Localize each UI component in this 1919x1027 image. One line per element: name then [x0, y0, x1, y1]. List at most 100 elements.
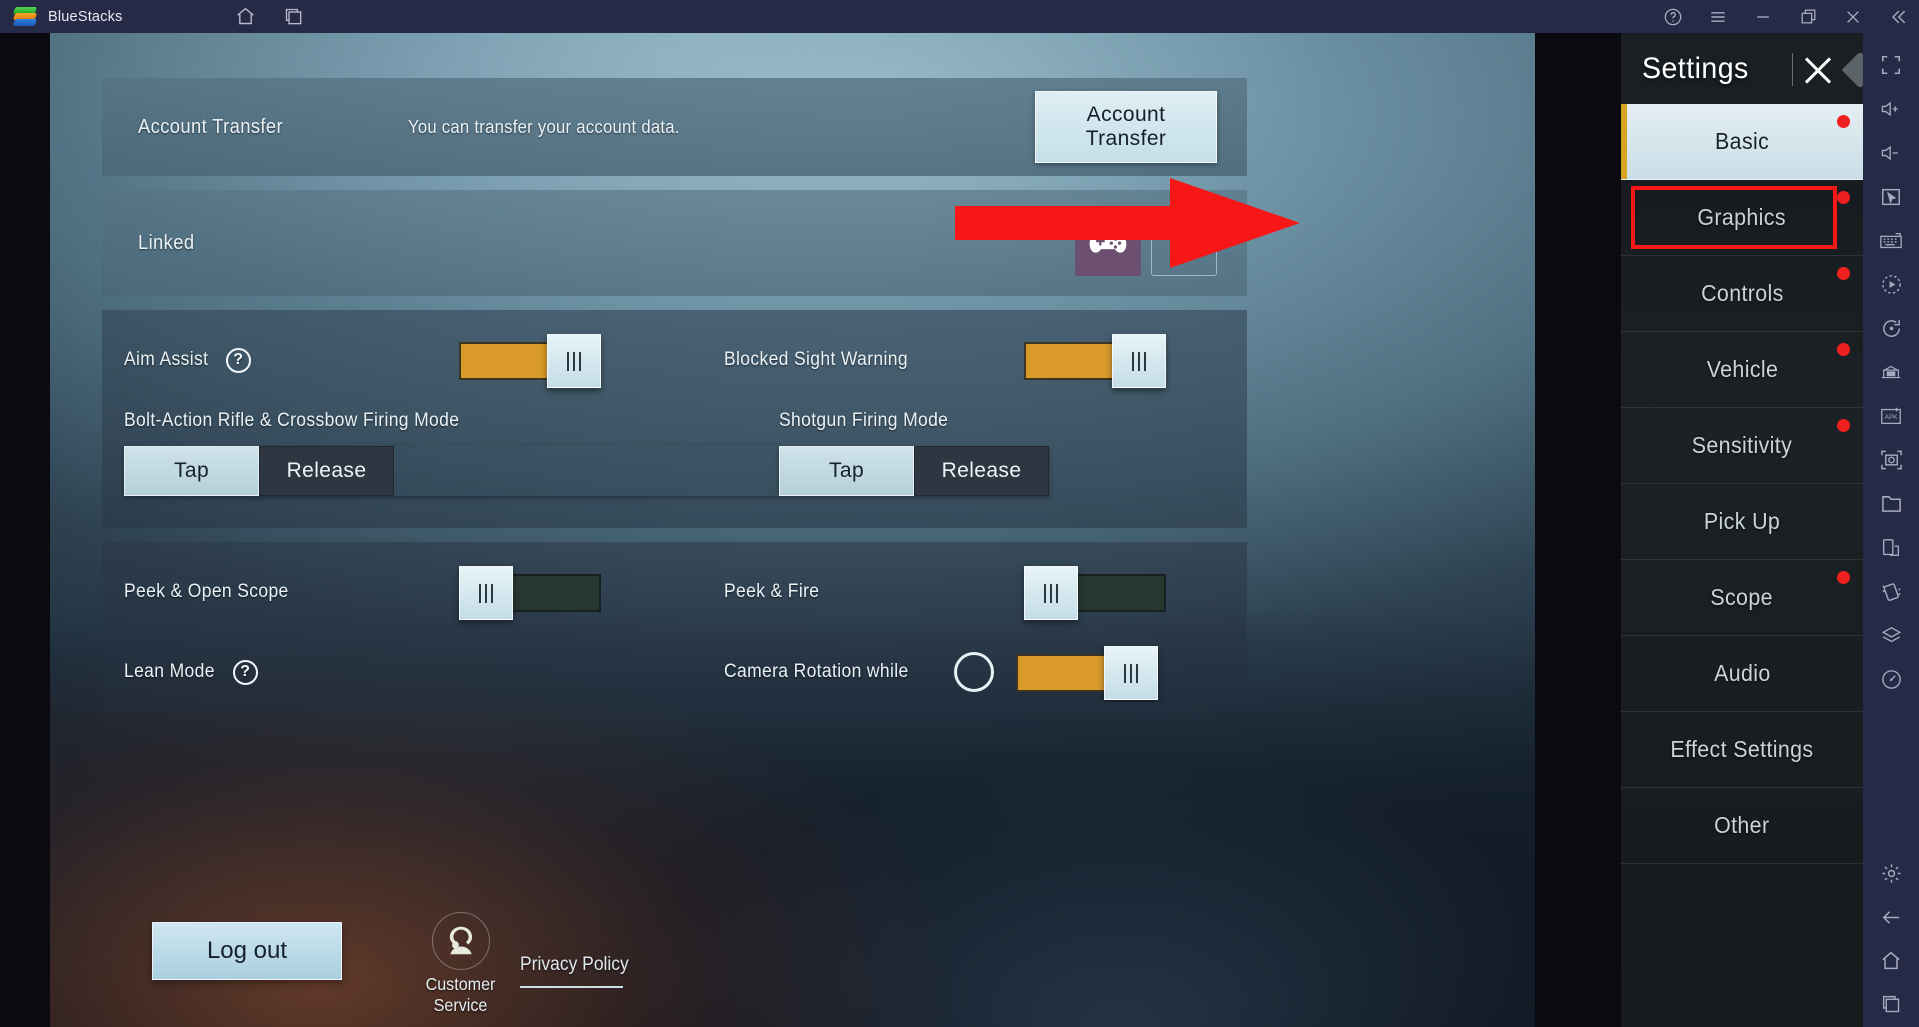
logout-button[interactable]: Log out	[152, 922, 342, 980]
home-icon[interactable]	[1863, 939, 1919, 983]
gps-icon[interactable]	[1863, 657, 1919, 701]
settings-menu-item-effect-settings[interactable]: Effect Settings	[1621, 712, 1863, 788]
menu-icon[interactable]	[1707, 6, 1729, 28]
layers-icon[interactable]	[1863, 614, 1919, 658]
window-controls	[1662, 0, 1909, 33]
multi-instance-icon[interactable]	[283, 6, 305, 28]
camera-rotation-label: Camera Rotation while	[724, 661, 909, 682]
lean-mode-label: Lean Mode	[124, 661, 215, 682]
row-group-peek: Peek & Open Scope Peek & Fire Lean Mode …	[102, 542, 1247, 712]
shotgun-tap-option[interactable]: Tap	[779, 446, 914, 496]
rotate-icon[interactable]	[1863, 306, 1919, 350]
settings-menu-item-controls[interactable]: Controls	[1621, 256, 1863, 332]
add-linked-account-icon[interactable]	[1151, 210, 1217, 276]
cursor-icon[interactable]	[1863, 175, 1919, 219]
settings-menu-item-sensitivity[interactable]: Sensitivity	[1621, 408, 1863, 484]
footer-bar: Log out Customer Service Privacy Policy	[102, 912, 1247, 1015]
minimize-icon[interactable]	[1752, 6, 1774, 28]
settings-menu-item-label: Vehicle	[1706, 356, 1778, 382]
volume-up-icon[interactable]	[1863, 87, 1919, 131]
lean-mode-question-mark-icon[interactable]: ?	[232, 659, 258, 685]
aim-assist-label: Aim Assist	[124, 349, 209, 370]
gamepad-icon[interactable]	[1075, 210, 1141, 276]
linked-label: Linked	[138, 231, 195, 254]
help-icon[interactable]	[1662, 6, 1684, 28]
privacy-policy-underline	[520, 986, 623, 988]
settings-menu-item-label: Basic	[1714, 128, 1770, 154]
settings-menu-item-basic[interactable]: Basic	[1621, 104, 1863, 180]
bolt-action-tap-option[interactable]: Tap	[124, 446, 259, 496]
account-transfer-button[interactable]: Account Transfer	[1035, 91, 1217, 163]
bolt-action-firing-mode-segmented: Tap Release	[124, 446, 779, 496]
home-icon[interactable]	[235, 6, 257, 28]
notification-dot-icon	[1837, 419, 1850, 432]
keyboard-icon[interactable]	[1863, 219, 1919, 263]
privacy-policy-label: Privacy Policy	[520, 954, 629, 975]
header-divider	[1792, 53, 1793, 86]
close-x-icon[interactable]	[1801, 53, 1835, 87]
account-transfer-label: Account Transfer	[138, 115, 283, 138]
svg-text:APK: APK	[1885, 414, 1899, 421]
peek-open-scope-toggle[interactable]	[459, 566, 601, 620]
row-group-aim: Aim Assist ? Blocked Sight Warning Bolt-…	[102, 310, 1247, 528]
privacy-policy-link[interactable]: Privacy Policy	[520, 954, 638, 988]
blocked-sight-warning-toggle[interactable]	[1024, 334, 1166, 388]
settings-menu-item-label: Controls	[1700, 280, 1784, 306]
camera-rotation-toggle[interactable]	[1016, 646, 1158, 700]
settings-menu-item-label: Pick Up	[1703, 508, 1781, 534]
peek-fire-label: Peek & Fire	[724, 581, 820, 602]
settings-menu-item-pick-up[interactable]: Pick Up	[1621, 484, 1863, 560]
blocked-sight-warning-label: Blocked Sight Warning	[724, 349, 908, 370]
settings-menu-item-scope[interactable]: Scope	[1621, 560, 1863, 636]
settings-menu-item-audio[interactable]: Audio	[1621, 636, 1863, 712]
screenshot-icon[interactable]	[1863, 438, 1919, 482]
question-mark-icon[interactable]: ?	[225, 347, 251, 373]
pubg-settings-panel: Settings Basic Graphics Controls Vehicle Sen…	[1621, 33, 1863, 1027]
settings-menu-item-graphics[interactable]: Graphics	[1621, 180, 1863, 256]
volume-down-icon[interactable]	[1863, 131, 1919, 175]
notification-dot-icon	[1837, 267, 1850, 280]
settings-content-area: Account Transfer You can transfer your a…	[102, 78, 1247, 724]
notification-dot-icon	[1837, 191, 1850, 204]
settings-menu-item-label: Other	[1714, 812, 1770, 838]
media-folder-icon[interactable]	[1863, 482, 1919, 526]
maximize-icon[interactable]	[1797, 6, 1819, 28]
bluestacks-window: BlueStacks Account Transfer You can tran…	[0, 0, 1919, 1027]
fullscreen-icon[interactable]	[1863, 43, 1919, 87]
settings-menu-item-vehicle[interactable]: Vehicle	[1621, 332, 1863, 408]
install-apk-icon[interactable]: APK	[1863, 394, 1919, 438]
settings-gear-icon[interactable]	[1863, 851, 1919, 895]
shotgun-firing-mode-label: Shotgun Firing Mode	[779, 410, 949, 431]
settings-header: Settings	[1621, 33, 1863, 104]
shotgun-firing-mode-segmented: Tap Release	[779, 446, 1049, 496]
bluestacks-sidebar: APK	[1863, 33, 1919, 1027]
collapse-sidebar-icon[interactable]	[1887, 6, 1909, 28]
camera-rotation-help-icon[interactable]	[954, 652, 994, 692]
aim-assist-toggle[interactable]	[459, 334, 601, 388]
settings-menu-item-label: Effect Settings	[1670, 736, 1814, 762]
app-title: BlueStacks	[48, 8, 123, 25]
notification-dot-icon	[1837, 571, 1850, 584]
macro-play-icon[interactable]	[1863, 262, 1919, 306]
close-icon[interactable]	[1842, 6, 1864, 28]
settings-menu-item-label: Scope	[1710, 584, 1774, 610]
peek-fire-toggle[interactable]	[1024, 566, 1166, 620]
shake-icon[interactable]	[1863, 570, 1919, 614]
bolt-action-release-option[interactable]: Release	[259, 446, 394, 496]
account-transfer-description: You can transfer your account data.	[408, 116, 680, 137]
recents-icon[interactable]	[1863, 983, 1919, 1027]
panel-collapse-icon[interactable]	[1841, 53, 1863, 87]
settings-menu-item-other[interactable]: Other	[1621, 788, 1863, 864]
eco-mode-icon[interactable]	[1863, 350, 1919, 394]
notification-dot-icon	[1837, 115, 1850, 128]
headset-support-icon	[431, 912, 490, 970]
multi-instance-manager-icon[interactable]	[1863, 526, 1919, 570]
settings-menu-item-label: Audio	[1713, 660, 1771, 686]
notification-dot-icon	[1837, 343, 1850, 356]
peek-open-scope-label: Peek & Open Scope	[124, 581, 289, 602]
settings-menu-list: Basic Graphics Controls Vehicle Sensitivity P…	[1621, 104, 1863, 864]
shotgun-release-option[interactable]: Release	[914, 446, 1049, 496]
title-bar: BlueStacks	[0, 0, 1919, 33]
back-icon[interactable]	[1863, 895, 1919, 939]
customer-service-button[interactable]: Customer Service	[398, 912, 523, 1016]
